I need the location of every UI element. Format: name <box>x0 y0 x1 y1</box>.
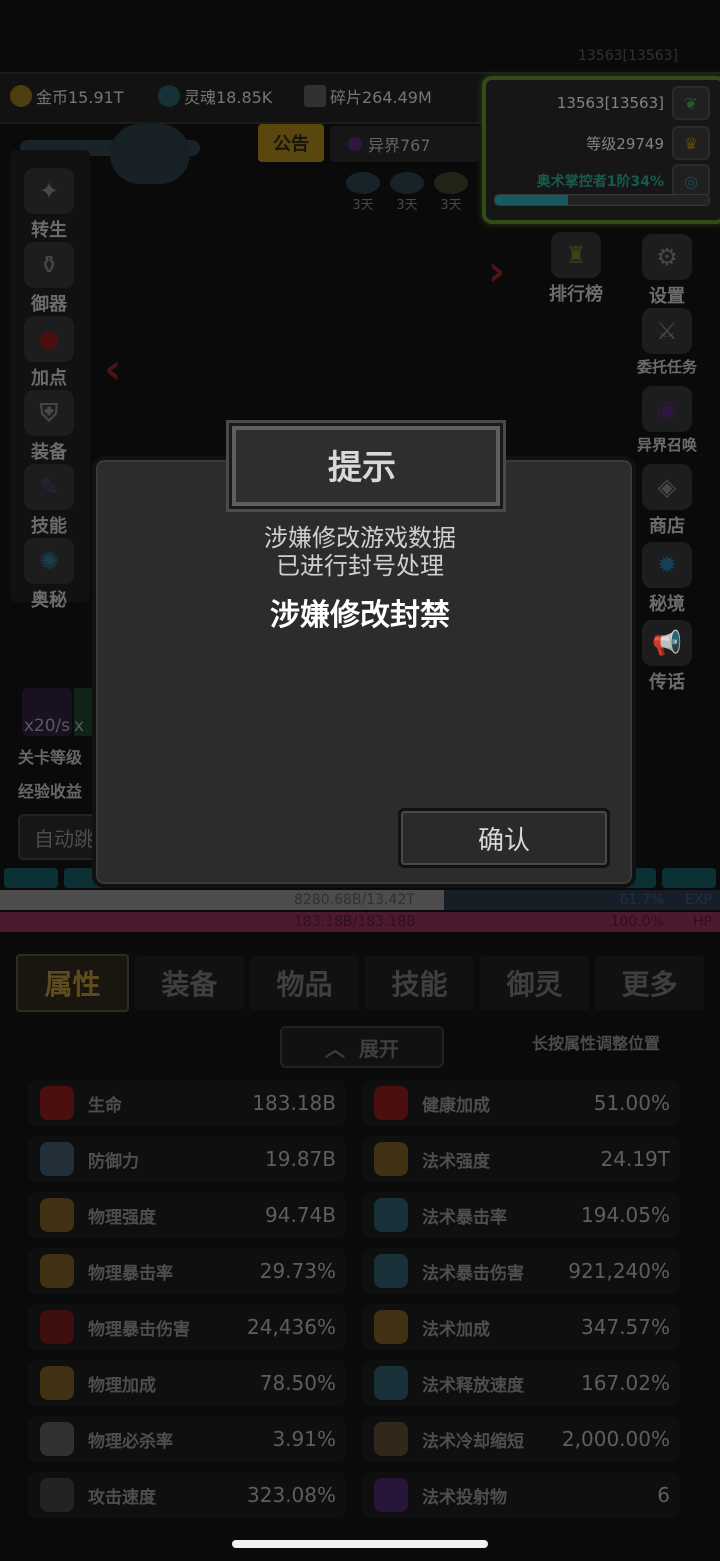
ban-reason: 涉嫌修改封禁 <box>270 598 450 633</box>
confirm-button[interactable]: 确认 <box>398 808 610 868</box>
dialog-message: 涉嫌修改游戏数据 已进行封号处理 <box>264 524 456 580</box>
dialog-title: 提示 <box>328 448 396 488</box>
home-indicator[interactable] <box>232 1540 488 1548</box>
dialog-header: 提示 <box>218 422 506 506</box>
